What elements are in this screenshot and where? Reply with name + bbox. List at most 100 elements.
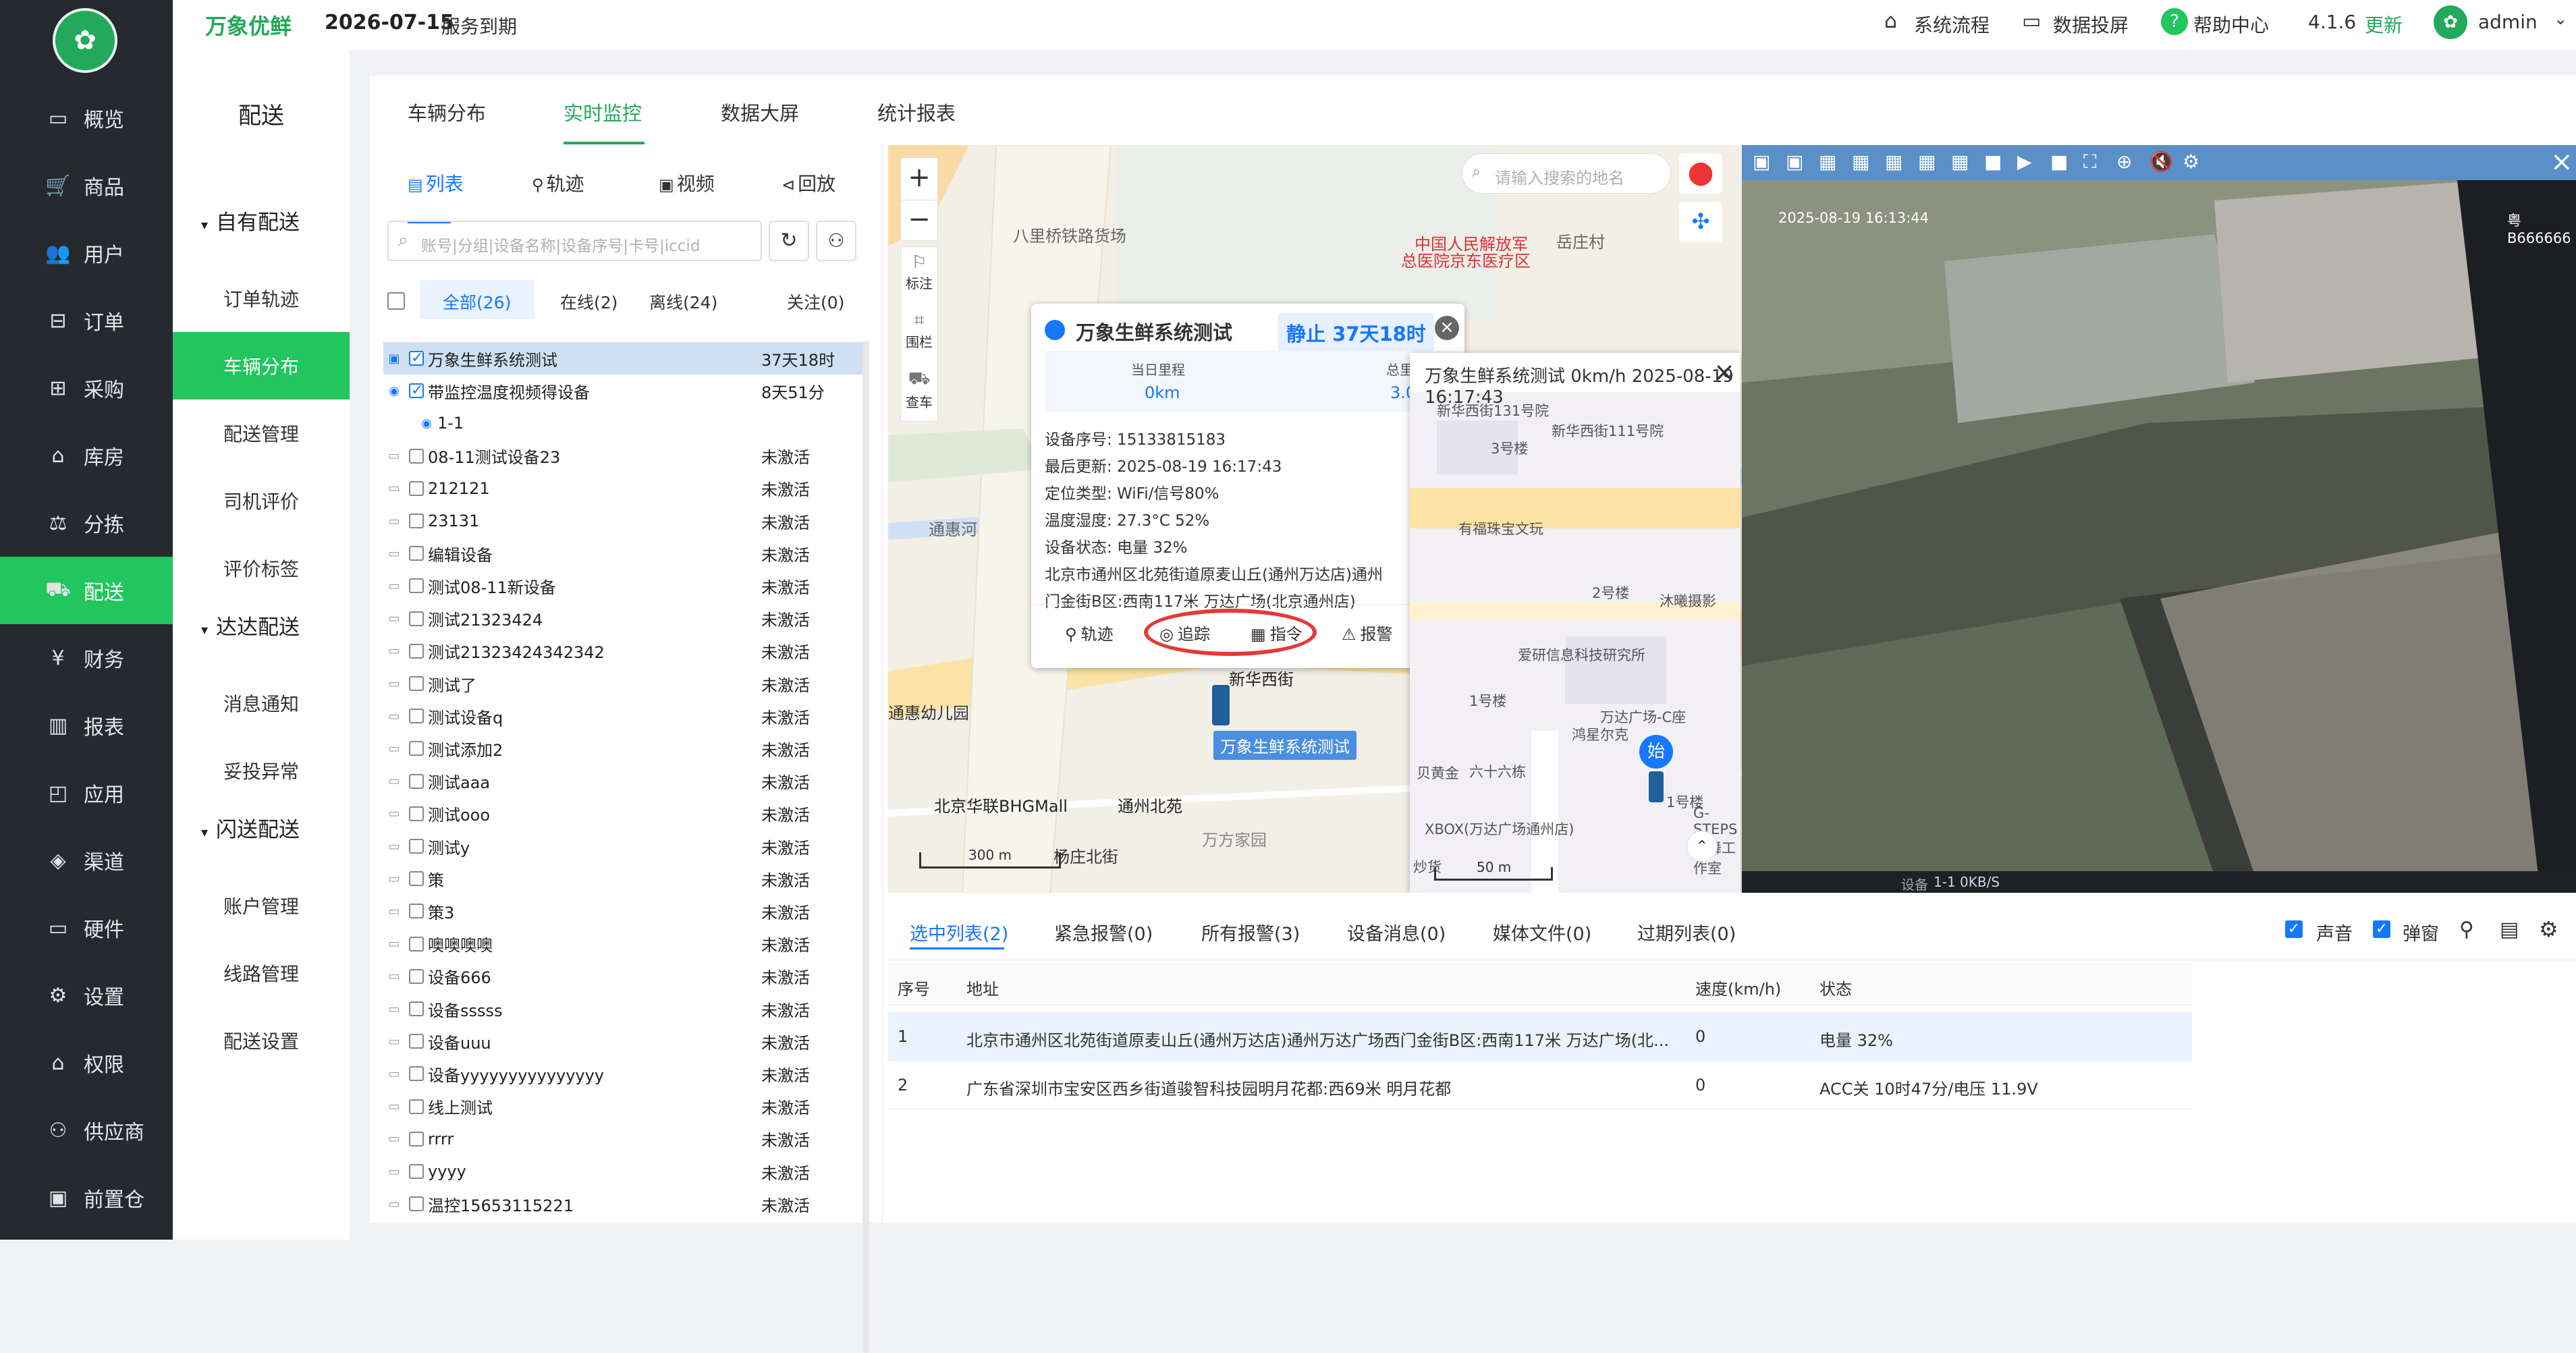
device-checkbox[interactable] (409, 350, 424, 366)
select-all-checkbox[interactable] (387, 292, 405, 310)
list-item[interactable]: ▭ 测试ooo 未激活 (383, 798, 869, 830)
collapse-up-icon[interactable]: ⌃ (1687, 831, 1718, 862)
list-item[interactable]: ▭ 测试08-11新设备 未激活 (383, 570, 869, 602)
menu-item-0-2[interactable]: 配送管理 (173, 399, 350, 467)
sound-checkbox[interactable]: ✓ (2285, 920, 2303, 938)
subtab-2[interactable]: ▣ 视频 (659, 169, 715, 196)
list-item[interactable]: ▭ 策 未激活 (383, 862, 869, 895)
list-item[interactable]: ▭ 测试y 未激活 (383, 830, 869, 862)
device-checkbox[interactable] (409, 382, 424, 399)
device-checkbox[interactable] (409, 1196, 424, 1212)
process-icon[interactable]: ⌂ (1884, 9, 1897, 33)
refresh-icon[interactable]: ↻ (769, 221, 809, 261)
filter-3[interactable]: 关注(0) (787, 289, 844, 314)
video-tool-icon[interactable]: ⛶ (2083, 150, 2097, 173)
video-tool-icon[interactable]: ⊕ (2116, 150, 2132, 173)
device-checkbox[interactable] (409, 1131, 424, 1147)
sidebar-item-6[interactable]: ⚖ 分拣 (0, 489, 173, 557)
bottom-tab-2[interactable]: 所有报警(3) (1201, 919, 1300, 945)
list-item[interactable]: ▭ 设备uuu 未激活 (383, 1025, 869, 1057)
sidebar-item-0[interactable]: ▭ 概览 (0, 84, 173, 152)
menu-group-2[interactable]: ▾ 闪送配送 (201, 812, 378, 843)
list-item[interactable]: ▭ 08-11测试设备23 未激活 (383, 440, 869, 472)
add-user-icon[interactable]: ⚇ (816, 221, 856, 261)
popup-checkbox[interactable]: ✓ (2373, 920, 2390, 938)
tab-3[interactable]: 统计报表 (877, 98, 956, 126)
device-checkbox[interactable] (409, 806, 424, 821)
list-item[interactable]: ▭ 设备666 未激活 (383, 960, 869, 993)
sidebar-item-12[interactable]: ▭ 硬件 (0, 894, 173, 962)
video-tool-icon[interactable]: ▶ (2017, 150, 2032, 173)
menu-item-0-0[interactable]: 订单轨迹 (173, 265, 350, 332)
filter-0[interactable]: 全部(26) (443, 289, 511, 314)
list-scrollbar[interactable] (862, 341, 869, 1353)
list-item[interactable]: ▭ 策3 未激活 (383, 895, 869, 927)
map-layers-icon[interactable]: ✣ (1679, 202, 1722, 242)
sidebar-item-16[interactable]: ▣ 前置仓 (0, 1164, 173, 1232)
menu-item-2-0[interactable]: 账户管理 (173, 872, 350, 939)
gear-icon[interactable]: ⚙ (2539, 916, 2558, 942)
menu-group-1[interactable]: ▾ 达达配送 (201, 610, 378, 640)
video-tool-icon[interactable]: 🔇 (2149, 150, 2173, 173)
bottom-tab-4[interactable]: 媒体文件(0) (1493, 919, 1591, 945)
user-name[interactable]: admin (2478, 11, 2538, 33)
sidebar-item-10[interactable]: ◰ 应用 (0, 759, 173, 827)
device-checkbox[interactable] (409, 1034, 424, 1049)
device-checkbox[interactable] (409, 611, 424, 626)
bottom-tab-0[interactable]: 选中列表(2) (910, 919, 1008, 945)
device-checkbox[interactable] (409, 968, 424, 984)
menu-item-0-3[interactable]: 司机评价 (173, 467, 350, 534)
update-link[interactable]: 更新 (2365, 11, 2403, 38)
list-item[interactable]: ◉ 带监控温度视频得设备 8天51分 (383, 375, 869, 407)
video-tool-icon[interactable]: ▦ (1852, 150, 1869, 173)
bottom-tab-5[interactable]: 过期列表(0) (1637, 919, 1736, 945)
export-icon[interactable]: ▤ (2500, 918, 2519, 941)
sidebar-item-14[interactable]: ⌂ 权限 (0, 1029, 173, 1097)
device-checkbox[interactable] (409, 904, 424, 919)
menu-item-0-4[interactable]: 评价标签 (173, 534, 350, 602)
menu-item-0-1[interactable]: 车辆分布 (173, 332, 350, 399)
menu-item-2-1[interactable]: 线路管理 (173, 939, 350, 1007)
video-tool-icon[interactable]: ▣ (1753, 150, 1770, 173)
subtab-3[interactable]: ⊲ 回放 (782, 169, 835, 196)
bike-icon[interactable]: ⚲ (2459, 918, 2474, 941)
sidebar-item-5[interactable]: ⌂ 库房 (0, 422, 173, 489)
device-checkbox[interactable] (409, 709, 424, 724)
tracking-close-icon[interactable]: × (1714, 357, 1735, 387)
list-item[interactable]: ▭ 设备sssss 未激活 (383, 993, 869, 1025)
map-area[interactable]: 八里桥铁路货场 中国人民解放军 总医院京东医疗区 岳庄村 通惠河 通惠幼儿园 新华西街 北京华… (888, 145, 1742, 893)
popup-close-icon[interactable]: × (1435, 316, 1459, 340)
popup-action-3[interactable]: ⚠ 报警 (1342, 621, 1393, 644)
list-item[interactable]: ▭ 测试了 未激活 (383, 667, 869, 700)
map-tool-0[interactable]: ⚐ 标注 (901, 247, 937, 305)
device-checkbox[interactable] (409, 1099, 424, 1114)
list-item[interactable]: ▭ 测试21323424342342 未激活 (383, 635, 869, 667)
device-checkbox[interactable] (409, 936, 424, 951)
sidebar-item-3[interactable]: ⊟ 订单 (0, 287, 173, 354)
chevron-down-icon[interactable]: ⌄ (2554, 9, 2567, 28)
filter-1[interactable]: 在线(2) (560, 289, 618, 314)
list-item[interactable]: ▭ 23131 未激活 (383, 505, 869, 537)
popup-action-0[interactable]: ⚲ 轨迹 (1065, 621, 1114, 644)
device-checkbox[interactable] (409, 643, 424, 659)
map-tool-1[interactable]: ⌗ 围栏 (901, 305, 937, 363)
help-link[interactable]: 帮助中心 (2193, 11, 2269, 38)
video-tool-icon[interactable]: ▣ (1786, 150, 1803, 173)
list-item[interactable]: ▭ 温控15653115221 未激活 (383, 1188, 869, 1220)
map-search-input[interactable]: ⌕ 请输入搜索的地名 (1462, 153, 1671, 194)
device-checkbox[interactable] (409, 1066, 424, 1082)
device-checkbox[interactable] (409, 578, 424, 594)
table-row[interactable]: 2 广东省深圳市宝安区西乡街道骏智科技园明月花都:西69米 明月花都 0 ACC… (888, 1061, 2192, 1109)
device-checkbox[interactable] (409, 871, 424, 887)
zoom-in-button[interactable]: + (901, 158, 937, 200)
bottom-tab-3[interactable]: 设备消息(0) (1347, 919, 1446, 945)
list-item[interactable]: ▭ 测试aaa 未激活 (383, 765, 869, 798)
subtab-1[interactable]: ⚲ 轨迹 (532, 169, 584, 196)
device-checkbox[interactable] (409, 1001, 424, 1016)
list-item[interactable]: ▭ 噢噢噢噢 未激活 (383, 928, 869, 960)
video-tool-icon[interactable]: ■ (1984, 150, 2002, 173)
bottom-tab-1[interactable]: 紧急报警(0) (1054, 919, 1153, 945)
location-pin-icon[interactable]: ⬤ (1679, 153, 1722, 194)
sidebar-item-7[interactable]: ⛟ 配送 (0, 557, 173, 624)
sidebar-item-8[interactable]: ¥ 财务 (0, 624, 173, 692)
